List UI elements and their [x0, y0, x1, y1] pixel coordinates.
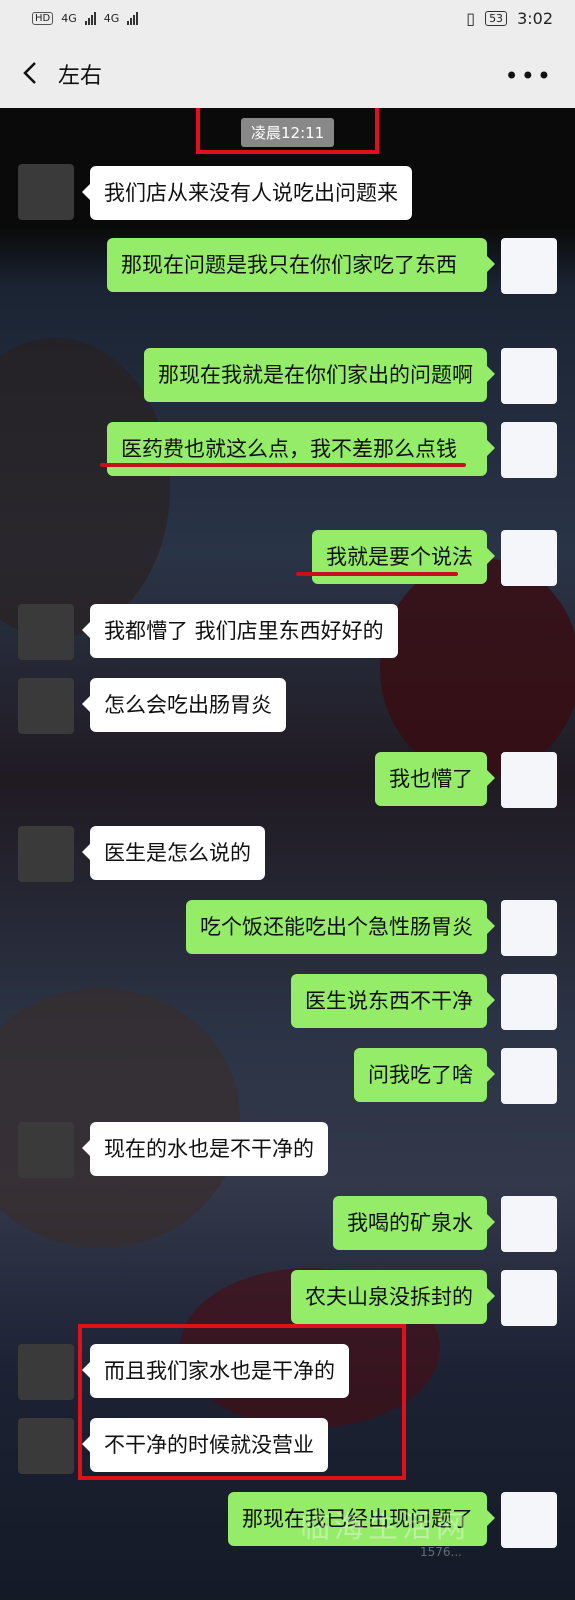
message-bubble-outgoing[interactable]: 医药费也就这么点，我不差那么点钱: [107, 422, 495, 476]
message-timestamp: 凌晨12:11: [241, 118, 335, 147]
back-arrow-icon[interactable]: [18, 60, 44, 86]
hd-indicator: HD: [32, 11, 54, 25]
my-avatar[interactable]: [501, 238, 557, 294]
network-4g-1: 4G: [61, 11, 77, 25]
message-bubble-outgoing[interactable]: 农夫山泉没拆封的: [291, 1270, 495, 1324]
contact-avatar[interactable]: [18, 1344, 74, 1400]
my-avatar[interactable]: [501, 1196, 557, 1252]
message-bubble-outgoing[interactable]: 问我吃了啥: [354, 1048, 495, 1102]
background-roses: [380, 558, 575, 778]
my-avatar[interactable]: [501, 1270, 557, 1326]
message-bubble-outgoing[interactable]: 医生说东西不干净: [291, 974, 495, 1028]
contact-avatar[interactable]: [18, 1122, 74, 1178]
vibrate-icon: ▯: [466, 9, 476, 28]
status-bar: HD 4G 4G ▯ 53 3:02: [0, 0, 575, 40]
my-avatar[interactable]: [501, 974, 557, 1030]
my-avatar[interactable]: [501, 530, 557, 586]
contact-avatar[interactable]: [18, 826, 74, 882]
contact-avatar[interactable]: [18, 604, 74, 660]
my-avatar[interactable]: [501, 752, 557, 808]
my-avatar[interactable]: [501, 422, 557, 478]
signal-icon: [84, 11, 96, 25]
message-bubble-outgoing[interactable]: 我喝的矿泉水: [333, 1196, 495, 1250]
network-4g-2: 4G: [103, 11, 120, 25]
message-bubble-incoming[interactable]: 我都懵了 我们店里东西好好的: [82, 604, 398, 658]
battery-icon: 53: [485, 11, 508, 26]
message-bubble-incoming[interactable]: 不干净的时候就没营业: [82, 1418, 328, 1472]
message-bubble-incoming[interactable]: 而且我们家水也是干净的: [82, 1344, 349, 1398]
clock: 3:02: [517, 9, 553, 28]
contact-avatar[interactable]: [18, 164, 74, 220]
my-avatar[interactable]: [501, 348, 557, 404]
message-bubble-incoming[interactable]: 现在的水也是不干净的: [82, 1122, 328, 1176]
chat-title: 左右: [58, 64, 103, 89]
my-avatar[interactable]: [501, 1048, 557, 1104]
red-underline: [296, 572, 458, 576]
red-underline: [100, 463, 466, 467]
chat-area[interactable]: 凌晨12:11 我们店从来没有人说吃出问题来 那现在问题是我只在你们家吃了东西 …: [0, 108, 575, 1600]
background-face: [0, 988, 240, 1248]
message-bubble-incoming[interactable]: 医生是怎么说的: [82, 826, 265, 880]
my-avatar[interactable]: [501, 1492, 557, 1548]
watermark-sub: 1576...: [420, 1545, 462, 1559]
message-bubble-incoming[interactable]: 怎么会吃出肠胃炎: [82, 678, 286, 732]
message-bubble-outgoing[interactable]: 那现在问题是我只在你们家吃了东西: [107, 238, 495, 292]
message-bubble-outgoing[interactable]: 吃个饭还能吃出个急性肠胃炎: [186, 900, 495, 954]
message-bubble-outgoing[interactable]: 我也懵了: [375, 752, 495, 806]
my-avatar[interactable]: [501, 900, 557, 956]
signal-icon-2: [127, 11, 139, 25]
contact-avatar[interactable]: [18, 678, 74, 734]
contact-avatar[interactable]: [18, 1418, 74, 1474]
message-bubble-incoming[interactable]: 我们店从来没有人说吃出问题来: [82, 166, 412, 220]
message-bubble-outgoing[interactable]: 那现在我就是在你们家出的问题啊: [144, 348, 495, 402]
chat-header: 左右 •••: [0, 40, 575, 108]
more-options-icon[interactable]: •••: [505, 62, 553, 90]
watermark-text: 临海生活网: [300, 1510, 470, 1545]
